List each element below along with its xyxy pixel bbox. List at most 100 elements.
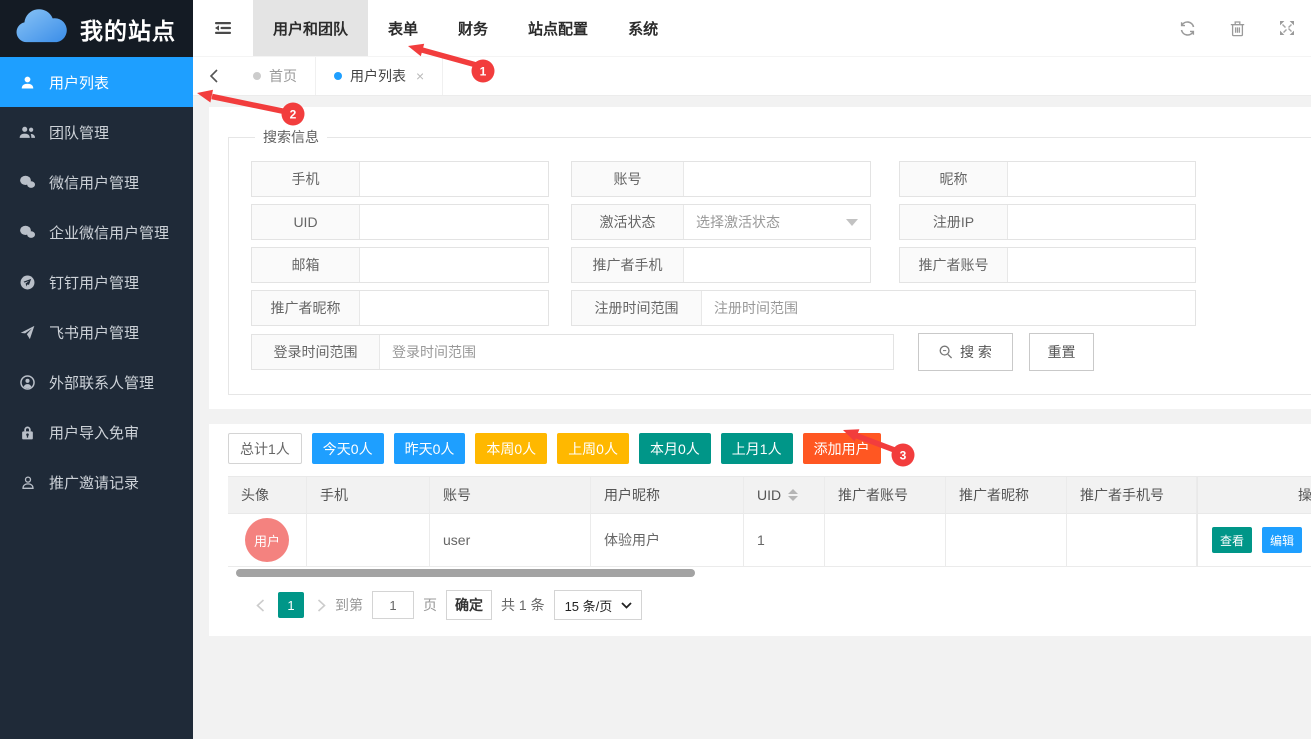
reg-time-range-input[interactable] [702, 291, 1195, 325]
sidebar-item-team[interactable]: 团队管理 [0, 107, 193, 157]
promoter-nickname-field: 推广者昵称 [251, 290, 549, 326]
user-icon [19, 74, 36, 91]
search-legend: 搜索信息 [255, 127, 327, 147]
sidebar-item-user-list[interactable]: 用户列表 [0, 57, 193, 107]
tab-label: 用户列表 [350, 66, 406, 86]
promoter-phone-field: 推广者手机 [571, 247, 871, 283]
login-time-range-field: 登录时间范围 [251, 334, 894, 370]
col-promoter-account: 推广者账号 [825, 477, 946, 514]
promoter-nickname-input[interactable] [360, 291, 548, 325]
col-uid[interactable]: UID [744, 477, 825, 514]
team-icon [19, 124, 36, 141]
view-button[interactable]: 查看 [1212, 527, 1252, 553]
sidebar-item-wework-users[interactable]: 企业微信用户管理 [0, 207, 193, 257]
avatar: 用户 [245, 518, 289, 562]
sidebar-item-invite-records[interactable]: 推广邀请记录 [0, 457, 193, 507]
sidebar-item-wechat-users[interactable]: 微信用户管理 [0, 157, 193, 207]
stat-this-week-button[interactable]: 本周0人 [475, 433, 547, 464]
promoter-account-input[interactable] [1008, 248, 1195, 282]
trash-icon[interactable] [1230, 20, 1245, 37]
confirm-button[interactable]: 确定 [446, 590, 492, 620]
cell-avatar: 用户 [228, 514, 307, 567]
reset-button[interactable]: 重置 [1029, 333, 1094, 371]
stat-total-button[interactable]: 总计1人 [228, 433, 302, 464]
field-label: 账号 [572, 162, 684, 196]
sidebar-item-user-import[interactable]: 用户导入免审 [0, 407, 193, 457]
stat-yesterday-button[interactable]: 昨天0人 [394, 433, 466, 464]
select-value: 选择激活状态 [696, 212, 780, 232]
user-table: 头像 手机 账号 用户昵称 UID 推广者账号 推广者昵称 推广者手机号 操作 [228, 476, 1311, 567]
stat-this-month-button[interactable]: 本月0人 [639, 433, 711, 464]
field-label: 注册IP [900, 205, 1008, 239]
field-label: 推广者账号 [900, 248, 1008, 282]
col-phone: 手机 [307, 477, 430, 514]
nav-tab-users-teams[interactable]: 用户和团队 [253, 0, 368, 56]
collapse-menu-icon[interactable] [193, 0, 253, 56]
reg-ip-input[interactable] [1008, 205, 1195, 239]
field-label: 昵称 [900, 162, 1008, 196]
nickname-input[interactable] [1008, 162, 1195, 196]
sidebar-item-external-contacts[interactable]: 外部联系人管理 [0, 357, 193, 407]
promoter-phone-input[interactable] [684, 248, 870, 282]
email-input[interactable] [360, 248, 548, 282]
horizontal-scrollbar[interactable] [236, 569, 695, 577]
search-icon [939, 345, 953, 359]
goto-page-input[interactable] [372, 591, 414, 619]
stat-last-month-button[interactable]: 上月1人 [721, 433, 793, 464]
search-panel: 搜索信息 手机 账号 昵称 [209, 107, 1311, 409]
brand-logo[interactable]: 我的站点 [0, 0, 193, 57]
sidebar-item-label: 钉钉用户管理 [49, 272, 139, 293]
account-input[interactable] [684, 162, 870, 196]
lock-user-icon [19, 424, 36, 441]
edit-button[interactable]: 编辑 [1262, 527, 1302, 553]
sidebar-item-dingtalk-users[interactable]: 钉钉用户管理 [0, 257, 193, 307]
col-nickname: 用户昵称 [591, 477, 744, 514]
col-avatar: 头像 [228, 477, 307, 514]
sidebar: 我的站点 用户列表 团队管理 微信用户管理 企业微信用户管理 钉钉用户管理 [0, 0, 193, 739]
paper-plane-icon [19, 324, 36, 341]
nav-tab-forms[interactable]: 表单 [368, 0, 438, 56]
wework-icon [19, 224, 36, 241]
nav-tab-label: 系统 [628, 18, 658, 39]
sidebar-item-feishu-users[interactable]: 飞书用户管理 [0, 307, 193, 357]
main-area: 用户和团队 表单 财务 站点配置 系统 [193, 0, 1311, 739]
stat-today-button[interactable]: 今天0人 [312, 433, 384, 464]
stat-last-week-button[interactable]: 上周0人 [557, 433, 629, 464]
cloud-logo-icon [13, 8, 69, 49]
pagination: 1 到第 页 确定 共 1 条 15 条/页 [256, 590, 1311, 620]
nav-tab-label: 财务 [458, 18, 488, 39]
uid-input[interactable] [360, 205, 548, 239]
refresh-icon[interactable] [1179, 20, 1196, 37]
site-title: 我的站点 [80, 12, 176, 46]
field-label: 注册时间范围 [572, 291, 702, 325]
field-label: 手机 [252, 162, 360, 196]
sort-icon[interactable] [788, 489, 798, 501]
col-actions: 操作 [1197, 477, 1311, 514]
prev-page-icon[interactable] [256, 599, 265, 612]
page-size-select[interactable]: 15 条/页 [554, 590, 643, 620]
col-uid-label: UID [757, 487, 781, 503]
next-page-icon[interactable] [317, 599, 326, 612]
add-user-button[interactable]: 添加用户 [803, 433, 881, 464]
tab-dot [253, 72, 261, 80]
tab-close-icon[interactable]: × [416, 68, 424, 84]
nav-tab-system[interactable]: 系统 [608, 0, 678, 56]
account-field: 账号 [571, 161, 871, 197]
search-button[interactable]: 搜 索 [918, 333, 1013, 371]
nav-tab-site-config[interactable]: 站点配置 [508, 0, 608, 56]
tab-home[interactable]: 首页 [235, 57, 316, 95]
field-label: 推广者手机 [572, 248, 684, 282]
phone-input[interactable] [360, 162, 548, 196]
login-time-range-input[interactable] [380, 335, 893, 369]
topbar-actions [1179, 0, 1295, 56]
tab-user-list[interactable]: 用户列表 × [316, 57, 443, 95]
nav-tab-label: 站点配置 [528, 18, 588, 39]
field-label: 邮箱 [252, 248, 360, 282]
wechat-icon [19, 174, 36, 191]
tabs-scroll-left-icon[interactable] [193, 57, 235, 95]
page-unit-label: 页 [423, 595, 437, 615]
current-page-button[interactable]: 1 [278, 592, 304, 618]
active-status-select[interactable]: 选择激活状态 [684, 205, 870, 239]
nav-tab-finance[interactable]: 财务 [438, 0, 508, 56]
fullscreen-icon[interactable] [1279, 20, 1295, 36]
